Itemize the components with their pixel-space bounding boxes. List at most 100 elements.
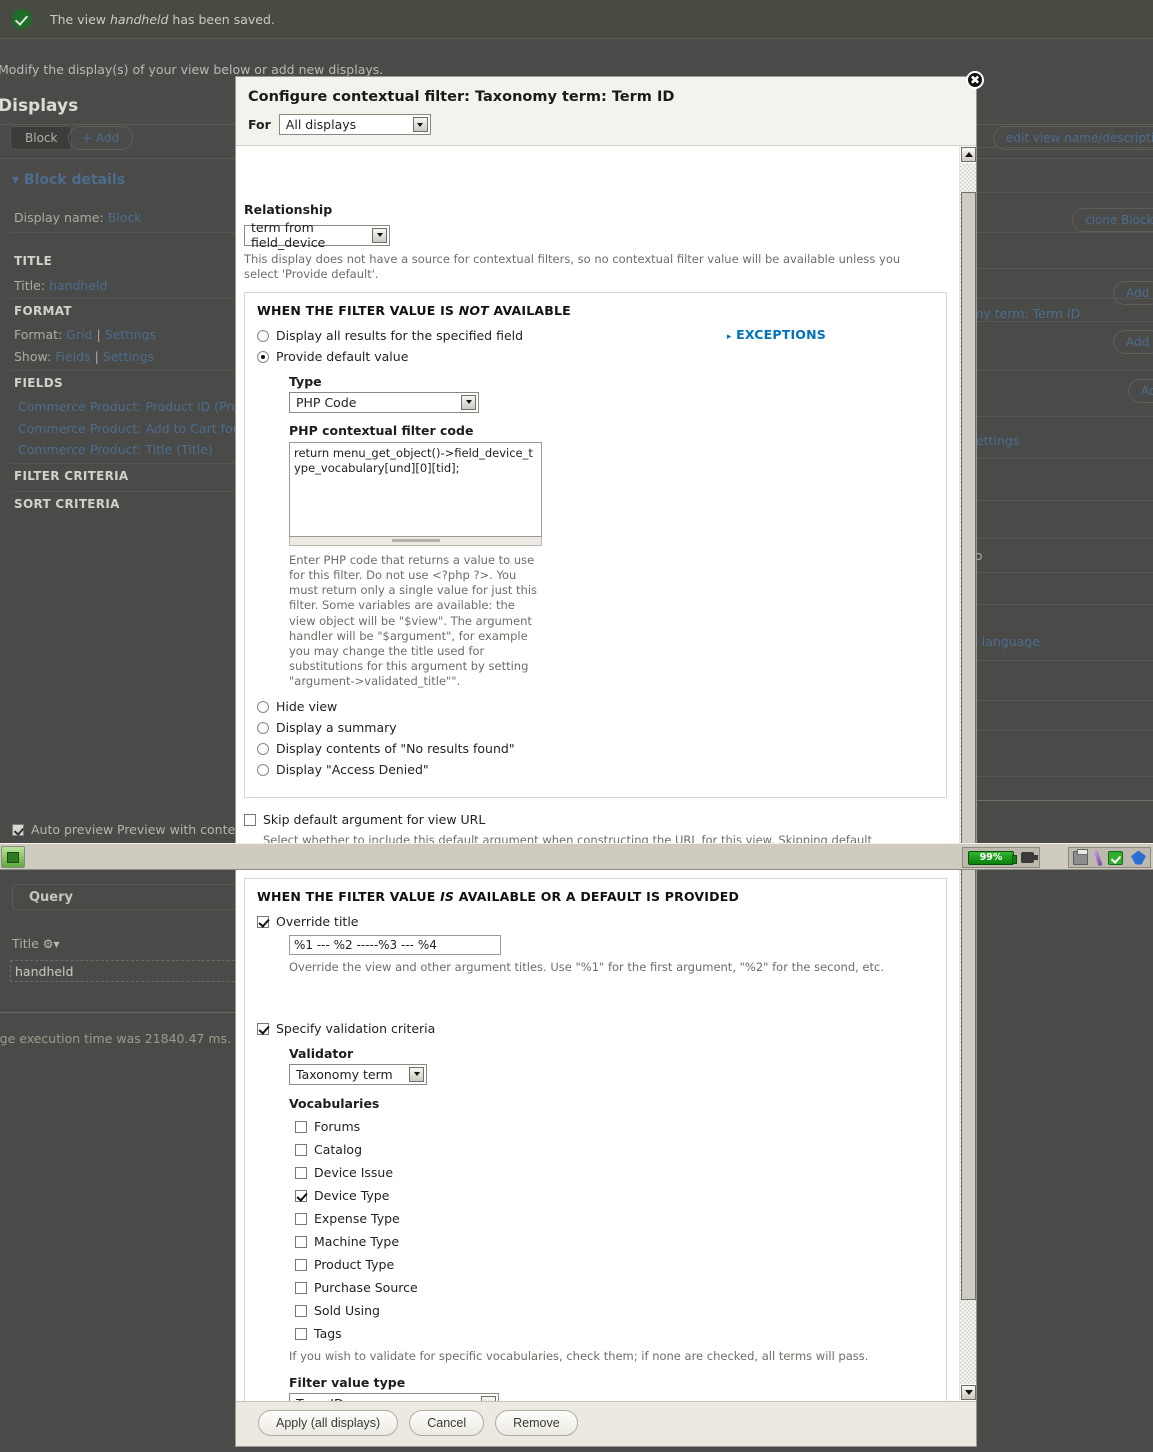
checkbox-icon[interactable] (295, 1258, 307, 1271)
vocabulary-purchase-source[interactable]: Purchase Source (295, 1280, 934, 1295)
remove-button[interactable]: Remove (495, 1410, 578, 1436)
radio-icon[interactable] (257, 722, 269, 735)
add-button-1[interactable]: Add (1113, 281, 1153, 305)
power-plug-icon[interactable] (1021, 852, 1038, 863)
pen-icon[interactable] (1093, 849, 1103, 866)
checkbox-icon-checked[interactable] (295, 1189, 307, 1202)
radio-display-access-denied[interactable]: Display "Access Denied" (257, 762, 934, 777)
start-icon[interactable] (1, 846, 25, 868)
exceptions-link[interactable]: ▸ EXCEPTIONS (727, 327, 826, 342)
vocabularies-help: If you wish to validate for specific voc… (289, 1348, 869, 1363)
vocabulary-label: Sold Using (314, 1302, 380, 1318)
status-suffix: has been saved. (168, 11, 275, 27)
php-code-textarea[interactable]: return menu_get_object()->field_device_t… (289, 441, 542, 537)
dialog-scrollbar[interactable] (959, 146, 976, 1401)
checkbox-icon[interactable] (244, 814, 256, 827)
vocabulary-label: Device Issue (314, 1164, 394, 1180)
scrollbar-thumb[interactable] (961, 192, 976, 1300)
dialog-body: Relationship term from field_device This… (236, 146, 976, 1401)
radio-display-all-results[interactable]: Display all results for the specified fi… (257, 328, 934, 343)
auto-preview-checkbox[interactable] (12, 823, 24, 836)
textarea-grippie[interactable] (289, 536, 542, 546)
validator-label: Validator (289, 1045, 354, 1061)
page-subtitle: Modify the display(s) of your view below… (0, 62, 384, 77)
vocabulary-machine-type[interactable]: Machine Type (295, 1234, 934, 1249)
vocabulary-expense-type[interactable]: Expense Type (295, 1211, 934, 1226)
preview-title-header[interactable]: Title ⚙▾ (12, 936, 60, 951)
vocabulary-forums[interactable]: Forums (295, 1119, 934, 1134)
close-icon[interactable]: ✖ (966, 71, 984, 89)
display-name-value[interactable]: Block (108, 210, 142, 225)
radio-icon[interactable] (257, 701, 269, 714)
status-message: The view handheld has been saved. (0, 0, 1153, 39)
show-settings-link[interactable]: Settings (103, 349, 154, 364)
show-row-value[interactable]: Fields (55, 349, 90, 364)
vocabulary-label: Forums (314, 1118, 361, 1134)
radio-display-summary[interactable]: Display a summary (257, 720, 934, 735)
add-button-2[interactable]: Add (1113, 330, 1153, 354)
cancel-button[interactable]: Cancel (409, 1410, 485, 1436)
radio-icon-selected[interactable] (257, 350, 269, 363)
vocabulary-catalog[interactable]: Catalog (295, 1142, 934, 1157)
battery-icon[interactable]: 99% (968, 850, 1017, 865)
apply-button[interactable]: Apply (all displays) (258, 1410, 399, 1436)
vocabulary-device-issue[interactable]: Device Issue (295, 1165, 934, 1180)
gear-icon[interactable]: ⚙▾ (43, 937, 60, 951)
blue-arrow-icon[interactable] (1131, 850, 1146, 865)
skip-default-argument-row[interactable]: Skip default argument for view URL (244, 812, 947, 827)
type-label: Type (289, 373, 322, 389)
checkbox-icon-checked[interactable] (257, 915, 269, 928)
override-title-input[interactable]: %1 --- %2 -----%3 --- %4 (289, 934, 501, 955)
field-item-0[interactable]: Commerce Product: Product ID (Product (18, 399, 267, 414)
scroll-up-icon[interactable] (961, 147, 976, 162)
override-title-row[interactable]: Override title (257, 914, 934, 929)
filter-value-type-select[interactable]: Term ID (289, 1393, 499, 1401)
radio-icon[interactable] (257, 764, 269, 777)
radio-icon[interactable] (257, 329, 269, 342)
add-display-button[interactable]: + Add (68, 126, 134, 150)
default-type-select[interactable]: PHP Code (289, 391, 479, 413)
section-sort-criteria: SORT CRITERIA (14, 497, 120, 511)
dialog-footer: Apply (all displays) Cancel Remove (236, 1401, 976, 1446)
checkbox-icon[interactable] (295, 1120, 307, 1133)
specify-validation-row[interactable]: Specify validation criteria (257, 1021, 934, 1036)
radio-icon[interactable] (257, 743, 269, 756)
checkbox-icon[interactable] (295, 1235, 307, 1248)
scroll-down-icon[interactable] (961, 1385, 976, 1400)
format-settings-link[interactable]: Settings (105, 327, 156, 342)
filter-value-type-value: Term ID (296, 1396, 344, 1401)
checkbox-icon[interactable] (295, 1327, 307, 1340)
checkbox-icon-checked[interactable] (257, 1022, 269, 1035)
configure-contextual-filter-dialog: Configure contextual filter: Taxonomy te… (236, 71, 984, 1446)
checkbox-icon[interactable] (295, 1143, 307, 1156)
auto-preview-label: Auto preview (31, 822, 114, 837)
for-displays-select[interactable]: All displays (278, 114, 431, 135)
auto-preview-row[interactable]: Auto preview (12, 822, 113, 837)
vocabulary-tags[interactable]: Tags (295, 1326, 934, 1341)
vocabulary-sold-using[interactable]: Sold Using (295, 1303, 934, 1318)
status-prefix: The view (50, 11, 110, 27)
vocabulary-device-type[interactable]: Device Type (295, 1188, 934, 1203)
chevron-down-icon (481, 1396, 496, 1401)
checkbox-icon[interactable] (295, 1304, 307, 1317)
tab-block[interactable]: Block (10, 126, 73, 150)
checkbox-icon[interactable] (295, 1281, 307, 1294)
add-button-3[interactable]: Add (1128, 379, 1153, 403)
relationship-select[interactable]: term from field_device (244, 220, 390, 250)
clone-block-button[interactable]: clone Block (1072, 208, 1153, 232)
field-item-2[interactable]: Commerce Product: Title (Title) (18, 442, 213, 457)
field-item-1[interactable]: Commerce Product: Add to Cart form (A (18, 421, 267, 436)
preview-title-label: Title (12, 936, 39, 951)
green-check-icon[interactable] (1108, 850, 1123, 865)
title-row-value[interactable]: handheld (49, 278, 107, 293)
validator-select[interactable]: Taxonomy term (289, 1063, 427, 1085)
radio-provide-default-value[interactable]: Provide default value (257, 349, 934, 364)
printer-icon[interactable] (1073, 848, 1088, 865)
vocabulary-product-type[interactable]: Product Type (295, 1257, 934, 1272)
block-details-toggle[interactable]: ▾ Block details (12, 172, 125, 188)
checkbox-icon[interactable] (295, 1166, 307, 1179)
checkbox-icon[interactable] (295, 1212, 307, 1225)
radio-hide-view[interactable]: Hide view (257, 699, 934, 714)
format-row-value[interactable]: Grid (66, 327, 92, 342)
radio-display-no-results[interactable]: Display contents of "No results found" (257, 741, 934, 756)
